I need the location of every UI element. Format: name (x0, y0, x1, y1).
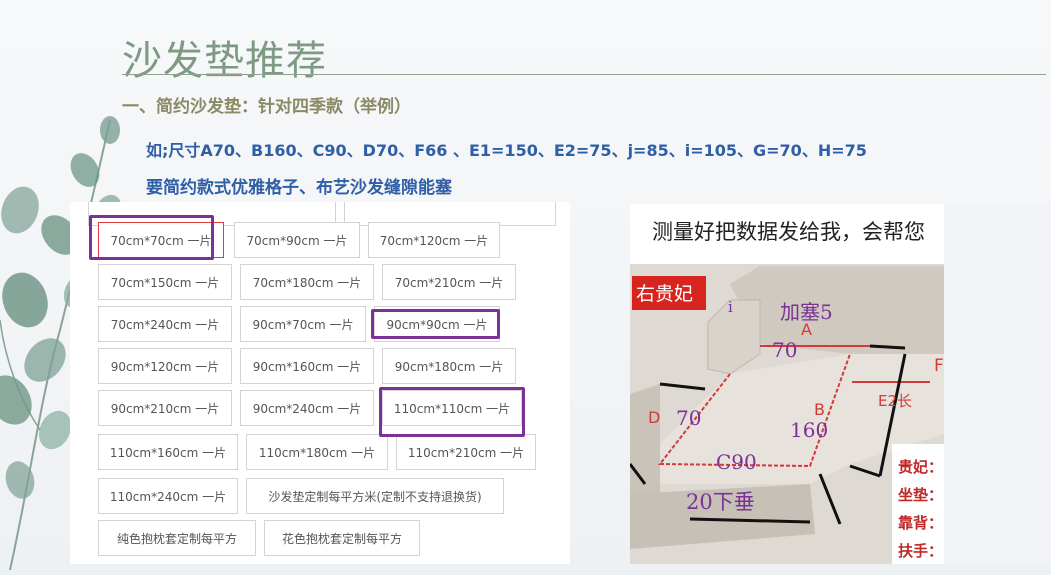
label-a-val: 70 (772, 338, 798, 362)
page-right-edge (944, 204, 1051, 564)
label-b: B (814, 400, 825, 419)
size-option[interactable]: 110cm*240cm 一片 (98, 478, 238, 514)
size-option[interactable]: 70cm*210cm 一片 (382, 264, 516, 300)
highlight-box (371, 309, 500, 339)
label-c: C90 (716, 450, 757, 474)
measure-header-text: 测量好把数据发给我，会帮您 (652, 220, 925, 244)
size-option[interactable]: 110cm*210cm 一片 (396, 434, 536, 470)
label-f: F (934, 356, 944, 376)
section-subtitle: 一、简约沙发垫：针对四季款（举例） (122, 97, 411, 117)
label-i: i (728, 298, 733, 316)
legend-item: 扶手： (898, 542, 944, 560)
label-b-val: 160 (790, 418, 829, 442)
size-option[interactable]: 70cm*150cm 一片 (98, 264, 232, 300)
size-option[interactable]: 70cm*120cm 一片 (368, 222, 500, 258)
size-option[interactable]: 90cm*210cm 一片 (98, 390, 232, 426)
size-example-text: 如;尺寸A70、B160、C90、D70、F66 、E1=150、E2=75、j… (146, 141, 867, 160)
size-option[interactable]: 70cm*180cm 一片 (240, 264, 374, 300)
label-e2: E2长 (878, 392, 913, 410)
size-option[interactable]: 70cm*90cm 一片 (234, 222, 360, 258)
legend-item: 靠背： (898, 514, 944, 532)
sofa-diagram (630, 264, 944, 564)
custom-size-option[interactable]: 沙发垫定制每平方米(定制不支持退换货) (246, 478, 504, 514)
label-d-val: 70 (676, 406, 702, 430)
label-drop: 20下垂 (686, 490, 755, 514)
size-option[interactable]: 110cm*160cm 一片 (98, 434, 238, 470)
label-a: A (801, 320, 812, 339)
size-option[interactable]: 90cm*180cm 一片 (382, 348, 516, 384)
sofa-measure-image (630, 204, 944, 564)
size-option[interactable]: 70cm*240cm 一片 (98, 306, 232, 342)
size-option[interactable]: 90cm*240cm 一片 (240, 390, 374, 426)
title-divider (122, 74, 1046, 75)
size-option[interactable]: 90cm*160cm 一片 (240, 348, 374, 384)
pillow-option[interactable]: 纯色抱枕套定制每平方 (98, 520, 256, 556)
page-title: 沙发垫推荐 (122, 38, 327, 84)
highlight-box (89, 215, 214, 260)
pillow-option[interactable]: 花色抱枕套定制每平方 (264, 520, 420, 556)
legend-item: 坐垫： (898, 486, 944, 504)
highlight-box (379, 387, 525, 437)
size-option[interactable]: 110cm*180cm 一片 (246, 434, 388, 470)
size-option[interactable]: 90cm*120cm 一片 (98, 348, 232, 384)
legend-item: 贵妃： (898, 458, 944, 476)
side-tag-label: 右贵妃 (636, 283, 694, 305)
style-requirement-text: 要简约款式优雅格子、布艺沙发缝隙能塞 (146, 178, 452, 198)
size-option[interactable]: 90cm*70cm 一片 (240, 306, 366, 342)
label-d: D (648, 408, 661, 427)
